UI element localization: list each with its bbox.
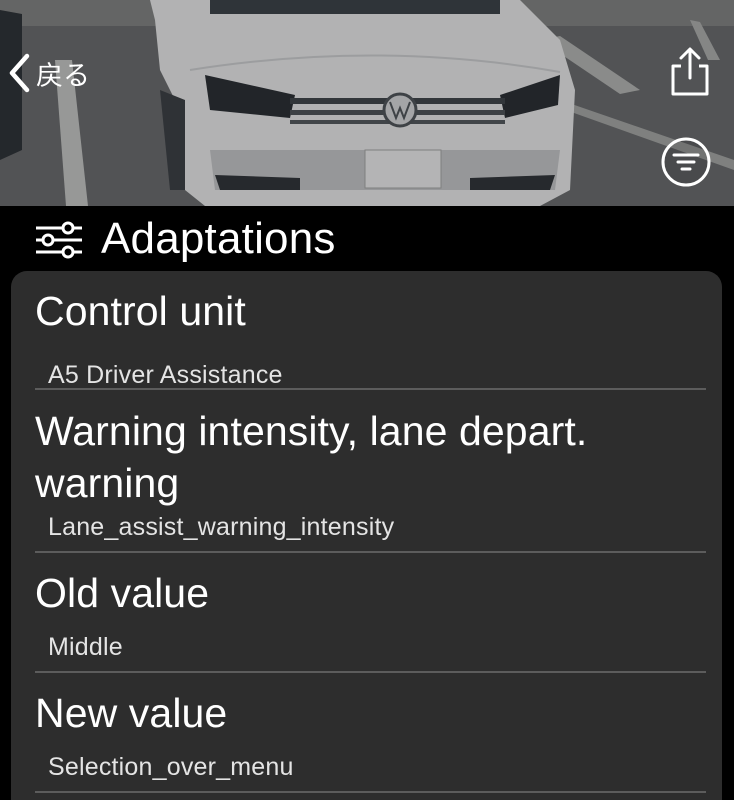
row-title: Warning intensity, lane depart. warning	[35, 408, 588, 506]
divider	[35, 791, 706, 793]
filter-icon	[661, 137, 711, 187]
filter-button[interactable]	[660, 136, 712, 188]
list-item-parameter[interactable]: Warning intensity, lane depart. warning …	[35, 405, 706, 551]
back-button[interactable]: 戻る	[4, 50, 90, 96]
adaptation-details-card: Control unit A5 Driver Assistance Warnin…	[11, 271, 722, 800]
sliders-icon	[36, 221, 82, 259]
share-button[interactable]	[664, 44, 716, 100]
divider	[35, 671, 706, 673]
back-label: 戻る	[36, 60, 90, 92]
list-item-control-unit[interactable]: Control unit A5 Driver Assistance	[35, 285, 706, 389]
row-title: Old value	[35, 570, 210, 616]
divider	[35, 551, 706, 553]
row-value: Middle	[48, 633, 123, 661]
section-title: Adaptations	[101, 214, 336, 263]
row-value: Selection_over_menu	[48, 753, 294, 781]
section-header: Adaptations	[0, 206, 734, 270]
vehicle-photo: 戻る	[0, 0, 734, 206]
row-title: New value	[35, 690, 228, 736]
share-icon	[671, 47, 709, 96]
row-value: A5 Driver Assistance	[48, 361, 283, 389]
chevron-left-icon	[4, 51, 34, 95]
list-item-old-value[interactable]: Old value Middle	[35, 567, 706, 671]
row-value: Lane_assist_warning_intensity	[48, 513, 395, 541]
divider	[35, 388, 706, 390]
row-title: Control unit	[35, 288, 246, 334]
list-item-new-value[interactable]: New value Selection_over_menu	[35, 687, 706, 791]
